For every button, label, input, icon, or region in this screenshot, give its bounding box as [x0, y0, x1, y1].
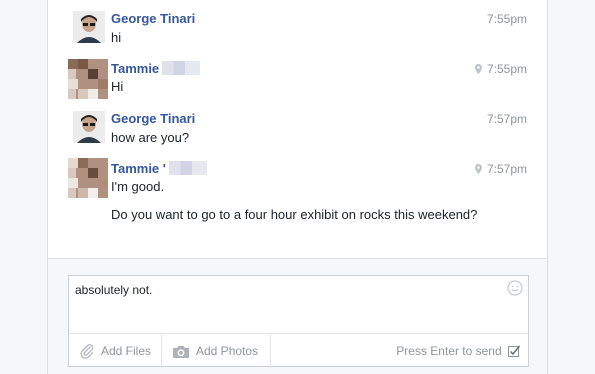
avatar-pixel — [98, 178, 108, 188]
sender-name[interactable]: Tammie — [111, 61, 201, 76]
message-text: I'm good. — [111, 179, 165, 194]
avatar-pixel — [68, 79, 78, 89]
press-enter-to-send-toggle[interactable]: Press Enter to send — [396, 334, 521, 368]
message-time: 7:57pm — [474, 162, 527, 176]
sender-name[interactable]: George Tinari — [111, 11, 195, 26]
avatar-pixel — [88, 168, 98, 178]
avatar-pixel — [98, 79, 108, 89]
avatar-pixel — [88, 188, 98, 198]
avatar-pixel — [78, 158, 88, 168]
avatar-pixel — [88, 89, 98, 99]
location-pin-icon[interactable] — [474, 164, 482, 174]
avatar-pixel — [78, 59, 88, 69]
location-pin-icon[interactable] — [474, 64, 482, 74]
redacted-surname — [162, 61, 201, 75]
message-time: 7:55pm — [486, 12, 527, 26]
add-photos-button[interactable]: Add Photos — [162, 334, 271, 368]
add-files-button[interactable]: Add Files — [69, 334, 162, 368]
redacted-surname — [168, 161, 207, 175]
avatar[interactable] — [68, 59, 108, 99]
message-item: George Tinari 7:57pm how are you? — [48, 108, 547, 152]
sender-name-text: Tammie — [111, 61, 160, 76]
message-text: Hi — [111, 79, 124, 94]
message-item: Tammie ' 7:57pm I'm good. Do you want to… — [48, 156, 547, 226]
sender-name[interactable]: Tammie ' — [111, 161, 207, 176]
composer-toolbar: Add Files Add Photos Press Enter to send — [69, 333, 528, 368]
camera-icon — [173, 346, 189, 358]
message-item: Tammie 7:55pm Hi — [48, 56, 547, 102]
avatar-pixel — [78, 89, 88, 99]
conversation-panel: George Tinari 7:55pm hi Tammie 7:55pm Hi — [47, 0, 548, 374]
smiley-icon[interactable] — [507, 280, 523, 296]
send-hint-label: Press Enter to send — [396, 344, 502, 358]
avatar[interactable] — [73, 11, 105, 43]
message-text: how are you? — [111, 130, 190, 145]
message-text: Do you want to go to a four hour exhibit… — [111, 207, 478, 222]
sender-name-text: Tammie ' — [111, 161, 166, 176]
message-time-text: 7:55pm — [486, 62, 527, 76]
add-photos-label: Add Photos — [196, 344, 259, 358]
composer-area: absolutely not. Add Files Add Photos Pre… — [48, 258, 547, 374]
checkbox-icon[interactable] — [508, 345, 521, 357]
message-item: George Tinari 7:55pm hi — [48, 8, 547, 52]
avatar-pixel — [68, 158, 78, 168]
avatar[interactable] — [68, 158, 108, 198]
paperclip-icon — [80, 344, 94, 359]
avatar-pixel — [68, 178, 78, 188]
message-input[interactable]: absolutely not. — [69, 276, 528, 332]
message-text: hi — [111, 30, 122, 45]
avatar-pixel — [78, 188, 88, 198]
message-time: 7:55pm — [474, 62, 527, 76]
avatar-pixel — [68, 59, 78, 69]
message-thread: George Tinari 7:55pm hi Tammie 7:55pm Hi — [48, 0, 547, 258]
message-time: 7:57pm — [486, 112, 527, 126]
message-composer: absolutely not. Add Files Add Photos Pre… — [68, 275, 529, 368]
avatar[interactable] — [73, 111, 105, 143]
avatar-pixel — [88, 69, 98, 79]
message-time-text: 7:57pm — [486, 162, 527, 176]
add-files-label: Add Files — [101, 344, 152, 358]
sender-name[interactable]: George Tinari — [111, 111, 195, 126]
